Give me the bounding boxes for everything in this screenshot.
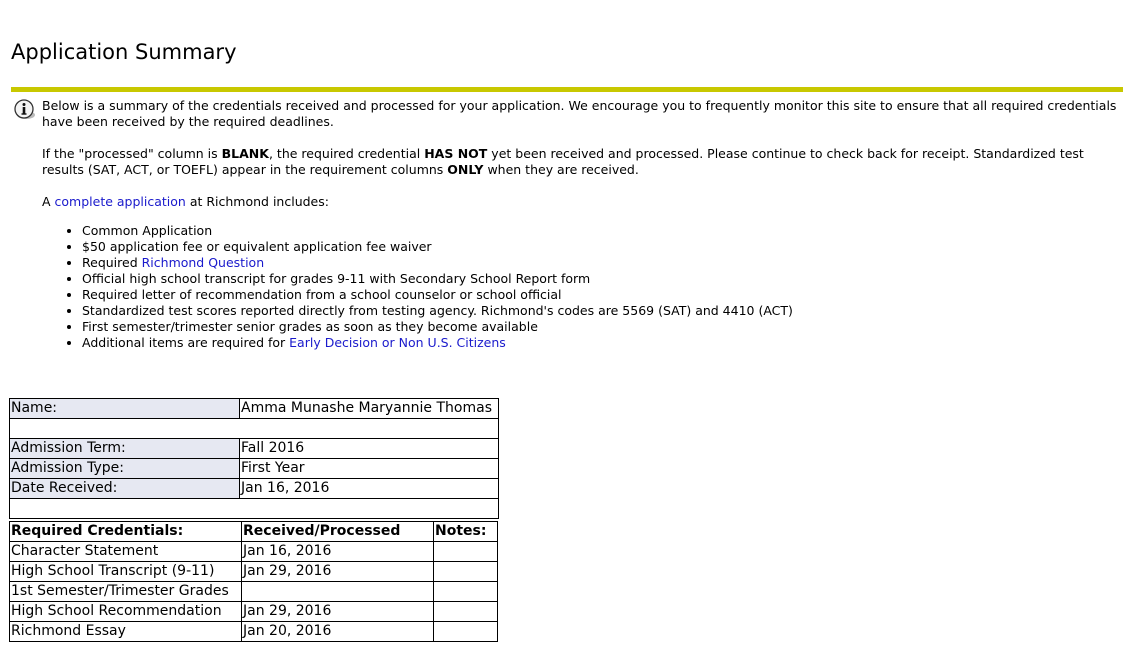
credential-notes xyxy=(433,621,498,642)
complete-app-prefix: A xyxy=(42,194,55,209)
page-title: Application Summary xyxy=(11,40,237,64)
list-item: Required Richmond Question xyxy=(82,255,793,271)
credential-notes xyxy=(433,561,498,582)
credential-name: Richmond Essay xyxy=(9,621,242,642)
credential-received: Jan 29, 2016 xyxy=(241,561,434,582)
processed-note: If the "processed" column is BLANK, the … xyxy=(42,146,1117,178)
table-header-row: Required Credentials: Received/Processed… xyxy=(9,521,498,542)
list-item: Official high school transcript for grad… xyxy=(82,271,793,287)
title-divider xyxy=(11,87,1123,92)
richmond-question-link[interactable]: Richmond Question xyxy=(142,255,265,270)
only-emphasis: ONLY xyxy=(447,162,484,177)
complete-application-link[interactable]: complete application xyxy=(55,194,186,209)
name-value: Amma Munashe Maryannie Thomas xyxy=(239,398,499,419)
admission-term-label: Admission Term: xyxy=(9,438,240,459)
credential-notes xyxy=(433,601,498,622)
info-icon xyxy=(12,98,38,122)
column-header: Notes: xyxy=(433,521,498,542)
complete-app-suffix: at Richmond includes: xyxy=(185,194,329,209)
admission-term-value: Fall 2016 xyxy=(239,438,499,459)
table-row: 1st Semester/Trimester Grades xyxy=(9,581,498,602)
blank-emphasis: BLANK xyxy=(221,146,269,161)
credential-received: Jan 29, 2016 xyxy=(241,601,434,622)
requirements-list: Common Application $50 application fee o… xyxy=(62,223,793,351)
credential-notes xyxy=(433,581,498,602)
spacer-row xyxy=(9,418,499,439)
processed-note-part2: , the required credential xyxy=(268,146,425,161)
table-row: Richmond Essay Jan 20, 2016 xyxy=(9,621,498,642)
credential-name: Character Statement xyxy=(9,541,242,562)
credential-name: 1st Semester/Trimester Grades xyxy=(9,581,242,602)
list-item: Additional items are required for Early … xyxy=(82,335,793,351)
name-label: Name: xyxy=(9,398,240,419)
credential-name: High School Recommendation xyxy=(9,601,242,622)
requirement-text: First semester/trimester senior grades a… xyxy=(82,319,538,334)
spacer-row xyxy=(9,498,499,519)
list-item: Common Application xyxy=(82,223,793,239)
requirement-text: $50 application fee or equivalent applic… xyxy=(82,239,432,254)
date-received-value: Jan 16, 2016 xyxy=(239,478,499,499)
table-row: Character Statement Jan 16, 2016 xyxy=(9,541,498,562)
list-item: Standardized test scores reported direct… xyxy=(82,303,793,319)
requirement-text: Standardized test scores reported direct… xyxy=(82,303,793,318)
credential-received: Jan 16, 2016 xyxy=(241,541,434,562)
table-row: High School Recommendation Jan 29, 2016 xyxy=(9,601,498,622)
list-item: $50 application fee or equivalent applic… xyxy=(82,239,793,255)
applicant-info-table: Name: Amma Munashe Maryannie Thomas Admi… xyxy=(9,398,499,519)
has-not-emphasis: HAS NOT xyxy=(424,146,488,161)
requirement-text: Additional items are required for xyxy=(82,335,290,350)
credential-name: High School Transcript (9-11) xyxy=(9,561,242,582)
column-header: Required Credentials: xyxy=(9,521,242,542)
table-row: Date Received: Jan 16, 2016 xyxy=(9,478,499,499)
table-row: Admission Type: First Year xyxy=(9,458,499,479)
date-received-label: Date Received: xyxy=(9,478,240,499)
column-header: Received/Processed xyxy=(241,521,434,542)
credential-received: Jan 20, 2016 xyxy=(241,621,434,642)
table-row: Name: Amma Munashe Maryannie Thomas xyxy=(9,398,499,419)
table-row: High School Transcript (9-11) Jan 29, 20… xyxy=(9,561,498,582)
requirement-text: Required xyxy=(82,255,142,270)
list-item: Required letter of recommendation from a… xyxy=(82,287,793,303)
credential-received xyxy=(241,581,434,602)
complete-application-sentence: A complete application at Richmond inclu… xyxy=(42,194,1117,210)
requirement-text: Official high school transcript for grad… xyxy=(82,271,591,286)
early-decision-link[interactable]: Early Decision or Non U.S. Citizens xyxy=(289,335,506,350)
admission-type-value: First Year xyxy=(239,458,499,479)
requirement-text: Common Application xyxy=(82,223,213,238)
credential-notes xyxy=(433,541,498,562)
intro-text: Below is a summary of the credentials re… xyxy=(42,98,1117,129)
list-item: First semester/trimester senior grades a… xyxy=(82,319,793,335)
processed-note-part4: when they are received. xyxy=(483,162,639,177)
processed-note-part1: If the "processed" column is xyxy=(42,146,222,161)
table-row: Admission Term: Fall 2016 xyxy=(9,438,499,459)
admission-type-label: Admission Type: xyxy=(9,458,240,479)
requirement-text: Required letter of recommendation from a… xyxy=(82,287,562,302)
credentials-table: Required Credentials: Received/Processed… xyxy=(9,521,498,642)
